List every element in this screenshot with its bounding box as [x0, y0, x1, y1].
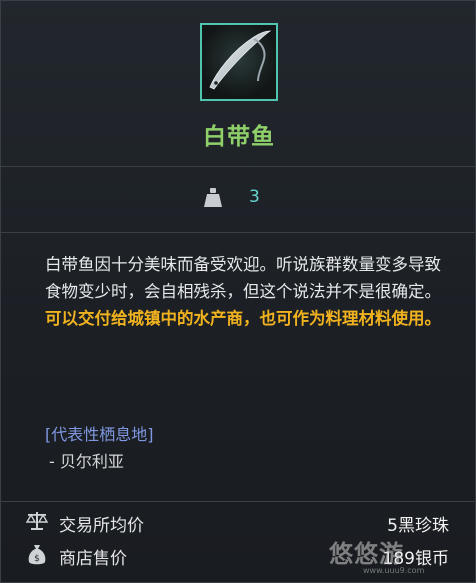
ribbonfish-icon [209, 30, 272, 90]
item-description: 白带鱼因十分美味而备受欢迎。听说族群数量变多导致食物变少时，会自相残杀，但这个说… [45, 251, 445, 332]
description-text: 白带鱼因十分美味而备受欢迎。听说族群数量变多导致食物变少时，会自相残杀，但这个说… [45, 255, 441, 301]
description-highlight: 可以交付给城镇中的水产商，也可作为料理材料使用。 [45, 309, 441, 328]
watermark-url: www.uuu9.com [363, 566, 425, 575]
scale-icon [25, 510, 49, 536]
divider [1, 501, 476, 502]
habitat-item: - 贝尔利亚 [49, 452, 124, 471]
price-label: 商店售价 [59, 549, 127, 569]
weight-value: 3 [249, 187, 260, 207]
habitat-title: [代表性栖息地] [45, 425, 154, 444]
svg-text:$: $ [34, 554, 40, 564]
money-bag-icon: $ [25, 543, 49, 571]
weight-row: 3 [1, 167, 476, 231]
site-watermark: 悠悠游 www.uuu9.com [303, 534, 473, 578]
item-header: 白带鱼 [1, 1, 476, 166]
weight-icon [203, 187, 223, 213]
price-value: 5黑珍珠 [387, 516, 449, 536]
item-tooltip: 白带鱼 3 白带鱼因十分美味而备受欢迎。听说族群数量变多导致食物变少时，会自相残… [0, 0, 476, 583]
price-label: 交易所均价 [59, 516, 144, 536]
item-icon-frame [200, 23, 278, 101]
item-name: 白带鱼 [203, 124, 275, 150]
watermark-text: 悠悠游 [329, 540, 404, 568]
divider [1, 232, 476, 233]
